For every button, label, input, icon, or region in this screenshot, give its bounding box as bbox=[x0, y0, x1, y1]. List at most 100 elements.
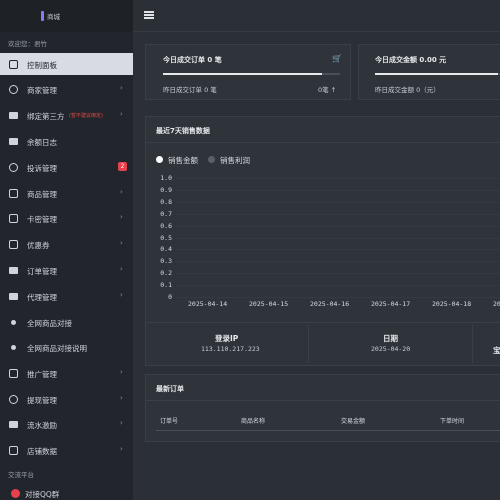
sidebar-item-coupons[interactable]: 优惠券 › bbox=[0, 233, 133, 255]
sidebar-item-label: 卡密管理 bbox=[27, 215, 57, 224]
yesterday-orders: 昨日成交订单 0 笔 bbox=[163, 86, 217, 94]
sales-chart-card bbox=[145, 116, 500, 366]
sidebar-item-products[interactable]: 商品管理 › bbox=[0, 182, 133, 204]
chevron-right-icon: › bbox=[120, 291, 123, 299]
sidebar-item-withdraw[interactable]: 提现管理 › bbox=[0, 388, 133, 410]
sidebar-item-label: 余额日志 bbox=[27, 138, 57, 147]
column-header-order-time: 下单时间 bbox=[440, 418, 465, 425]
date-label: 日期 bbox=[383, 334, 398, 343]
sidebar-item-dashboard[interactable]: 控制面板 bbox=[0, 53, 133, 75]
sidebar-item-label: 全网商品对接 bbox=[27, 319, 72, 328]
gridline bbox=[176, 261, 500, 263]
legend-series-2-marker[interactable] bbox=[208, 156, 215, 163]
y-tick-label: 0.3 bbox=[160, 257, 172, 266]
dot-icon bbox=[9, 343, 18, 352]
sidebar-item-label: 控制面板 bbox=[27, 61, 57, 70]
sidebar-item-agents[interactable]: 代理管理 › bbox=[0, 285, 133, 307]
topbar bbox=[133, 0, 500, 32]
sidebar-item-incentive[interactable]: 流水激励 › bbox=[0, 413, 133, 435]
sidebar-item-label: 推广管理 bbox=[27, 370, 57, 379]
x-tick-label: 2025-04-16 bbox=[310, 300, 350, 308]
share-icon bbox=[9, 369, 18, 378]
qq-icon bbox=[11, 489, 20, 498]
sidebar-item-complaints[interactable]: 投诉管理 2 bbox=[0, 156, 133, 178]
legend-series-2[interactable]: 销售利润 bbox=[220, 155, 250, 166]
y-tick-label: 0.7 bbox=[160, 209, 172, 218]
gridline bbox=[176, 213, 500, 215]
gridline bbox=[176, 285, 500, 287]
user-icon bbox=[9, 85, 18, 94]
x-tick-label: 2025-04-18 bbox=[432, 300, 472, 308]
legend-series-1[interactable]: 销售金额 bbox=[168, 155, 198, 166]
cube-icon bbox=[9, 189, 18, 198]
yesterday-orders-trend: 0笔 ↑ bbox=[318, 86, 337, 94]
grid-icon bbox=[9, 214, 18, 223]
trophy-icon bbox=[9, 420, 18, 429]
x-tick-label: 2025-04-15 bbox=[249, 300, 289, 308]
today-amount-title: 今日成交金额 0.00 元 bbox=[375, 56, 447, 64]
login-ip-label: 登录IP bbox=[215, 334, 239, 343]
sidebar-item-promotion[interactable]: 推广管理 › bbox=[0, 362, 133, 384]
yesterday-amount: 昨日成交金额 0（元） bbox=[375, 86, 440, 94]
x-tick-label: 2025 bbox=[493, 300, 500, 308]
sidebar-item-label: 全网商品对接说明 bbox=[27, 344, 87, 353]
sidebar-item-label: 商家管理 bbox=[27, 86, 57, 95]
y-tick-label: 0.8 bbox=[160, 197, 172, 206]
orders-title: 最新订单 bbox=[156, 385, 184, 393]
chevron-right-icon: › bbox=[120, 84, 123, 92]
gridline bbox=[176, 178, 500, 179]
logo-mark bbox=[41, 11, 44, 21]
dot-icon bbox=[9, 318, 18, 327]
y-tick-label: 0.5 bbox=[160, 233, 172, 242]
bitcoin-icon bbox=[9, 395, 18, 404]
chevron-right-icon: › bbox=[120, 110, 123, 118]
sidebar-item-orders[interactable]: 订单管理 › bbox=[0, 259, 133, 281]
date-value: 2025-04-20 bbox=[371, 345, 411, 353]
cart-icon: 🛒 bbox=[332, 54, 342, 63]
welcome-text: 欢迎您：君竹 bbox=[8, 40, 47, 48]
y-tick-label: 0.9 bbox=[160, 185, 172, 194]
sidebar-item-bind-third-party[interactable]: 绑定第三方 (暂不建议绑定) › bbox=[0, 104, 133, 126]
sidebar-header: 商城 bbox=[0, 0, 133, 32]
logo[interactable]: 商城 bbox=[41, 10, 77, 22]
sidebar-item-balance-log[interactable]: 余额日志 bbox=[0, 130, 133, 152]
chart-title: 最近7天销售数据 bbox=[156, 127, 210, 135]
exchange-icon bbox=[9, 292, 18, 301]
gridline bbox=[176, 249, 500, 251]
sidebar-item-label: 优惠券 bbox=[27, 241, 50, 250]
y-tick-label: 0.2 bbox=[160, 269, 172, 278]
sidebar-item-qq-group[interactable]: 对接QQ群 bbox=[0, 487, 133, 500]
gridline bbox=[176, 297, 500, 298]
divider bbox=[308, 325, 309, 363]
gridline bbox=[176, 201, 500, 203]
sidebar-item-merchant[interactable]: 商家管理 › bbox=[0, 78, 133, 100]
y-tick-label: 0 bbox=[168, 293, 172, 301]
chevron-right-icon: › bbox=[120, 394, 123, 402]
chevron-right-icon: › bbox=[120, 419, 123, 427]
sidebar-item-network-products[interactable]: 全网商品对接 bbox=[0, 311, 133, 333]
sidebar-item-card-keys[interactable]: 卡密管理 › bbox=[0, 207, 133, 229]
sidebar-item-network-products-guide[interactable]: 全网商品对接说明 bbox=[0, 336, 133, 358]
menu-icon[interactable] bbox=[144, 11, 154, 19]
gridline bbox=[176, 237, 500, 239]
y-tick-label: 1.0 bbox=[160, 174, 172, 182]
sidebar-item-note: (暂不建议绑定) bbox=[69, 113, 103, 119]
x-tick-label: 2025-04-17 bbox=[371, 300, 411, 308]
gridline bbox=[176, 225, 500, 227]
sidebar-item-label: 绑定第三方 bbox=[27, 112, 65, 121]
chevron-right-icon: › bbox=[120, 445, 123, 453]
today-orders-title: 今日成交订单 0 笔 bbox=[163, 56, 222, 64]
legend-series-1-marker[interactable] bbox=[156, 156, 163, 163]
y-tick-label: 0.6 bbox=[160, 221, 172, 230]
login-ip-value: 113.110.217.223 bbox=[201, 345, 260, 353]
sidebar-item-label: 店铺数据 bbox=[27, 447, 57, 456]
monitor-icon bbox=[9, 60, 18, 69]
column-header-amount: 交易金额 bbox=[341, 418, 366, 425]
chevron-right-icon: › bbox=[120, 213, 123, 221]
divider bbox=[146, 142, 500, 143]
orders-progress bbox=[163, 73, 340, 75]
gridline bbox=[176, 273, 500, 275]
sidebar-item-label: 商品管理 bbox=[27, 190, 57, 199]
sidebar-item-label: 对接QQ群 bbox=[25, 490, 60, 499]
sidebar-item-shop-data[interactable]: 店铺数据 › bbox=[0, 439, 133, 461]
